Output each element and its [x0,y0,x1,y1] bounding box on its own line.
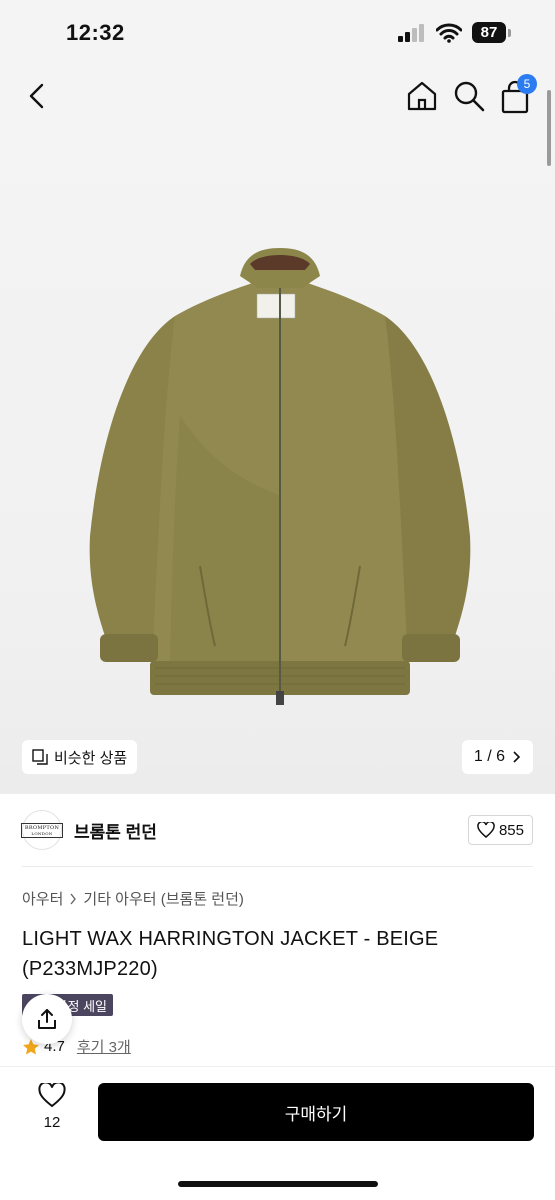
status-bar: 12:32 87 [0,0,555,66]
search-icon[interactable] [451,78,487,114]
brand-name[interactable]: 브롬톤 런던 [74,818,157,843]
status-time: 12:32 [66,20,125,45]
brand-logo-text: BROMPTON [24,824,60,831]
cellular-signal-icon [398,23,424,42]
cart-count-badge: 5 [517,74,537,94]
wifi-icon [436,23,462,43]
image-pager-text: 1 / 6 [473,748,505,765]
brand-logo-mark: BROMPTON LONDON [20,822,64,838]
review-count-link[interactable]: 후기 3개 [77,1036,131,1057]
home-indicator [178,1181,378,1187]
brand-like-button[interactable]: 855 [467,815,533,845]
image-pager[interactable]: 1 / 6 [461,740,533,774]
breadcrumb-level2[interactable]: 기타 아우터 (브롬톤 런던) [83,888,244,909]
product-title: LIGHT WAX HARRINGTON JACKET - BEIGE (P23… [22,928,439,980]
status-icons: 87 [398,22,511,43]
brand-logo-subtext: LONDON [31,830,53,836]
product-image-jacket[interactable] [60,236,500,736]
battery-indicator: 87 [472,22,511,43]
brand-like-count: 855 [498,821,524,839]
share-icon [38,1009,56,1029]
battery-tip [508,28,511,37]
wishlist-count: 12 [43,1114,61,1131]
breadcrumb: 아우터 기타 아우터 (브롬톤 런던) [22,888,244,909]
home-icon[interactable] [404,78,440,114]
breadcrumb-level1[interactable]: 아우터 [22,888,63,909]
similar-products-label: 비슷한 상품 [54,749,128,767]
scroll-indicator [547,90,551,166]
heart-icon [38,1083,66,1108]
bottom-purchase-bar: 12 구매하기 [0,1066,555,1200]
back-arrow-icon[interactable] [22,80,54,112]
product-gallery[interactable]: 5 비슷한 상품 1 / 6 [0,66,555,794]
chevron-right-icon [513,751,521,763]
wishlist-button[interactable]: 12 [30,1083,74,1131]
heart-icon [477,822,495,838]
similar-items-icon [32,749,48,765]
buy-button[interactable]: 구매하기 [98,1083,534,1141]
battery-level: 87 [472,22,506,43]
brand-logo[interactable]: BROMPTON LONDON [20,810,64,850]
similar-products-button[interactable]: 비슷한 상품 [22,740,138,774]
chevron-right-icon [70,893,77,904]
divider [22,866,533,867]
brand-row: BROMPTON LONDON 브롬톤 런던 855 [20,804,533,856]
share-button[interactable] [22,994,72,1044]
shopping-bag-button[interactable]: 5 [497,74,537,116]
